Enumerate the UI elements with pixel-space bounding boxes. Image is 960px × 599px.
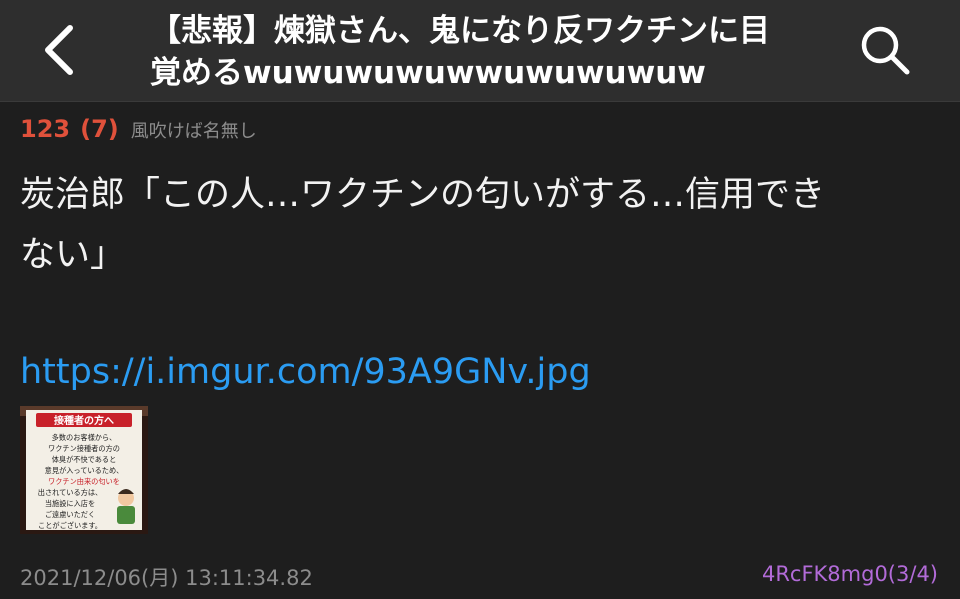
- poster-name: 風吹けば名無し: [130, 121, 257, 142]
- sign-text-line: ご遠慮いただく: [45, 510, 95, 519]
- chevron-left-icon: [45, 25, 73, 75]
- sign-heading: 接種者の方へ: [54, 414, 114, 427]
- sign-text-line: ことがございます。: [38, 521, 102, 530]
- staff-illustration: [117, 489, 135, 524]
- thread-title-line-2: 覚めるwuwuwuwuwwuwuwuwuw: [150, 55, 706, 91]
- sign-text-line: 多数のお客様から、: [52, 433, 117, 442]
- thread-title: 【悲報】煉獄さん、鬼になり反ワクチンに目 覚めるwuwuwuwuwwuwuwuw…: [150, 10, 810, 94]
- search-button[interactable]: [850, 18, 920, 82]
- search-icon: [861, 26, 910, 75]
- sign-text-line: ワクチン接種者の方の: [48, 444, 120, 453]
- post-body: 炭治郎「この人…ワクチンの匂いがする…信用でき ない」: [20, 165, 940, 285]
- thread-screen: 【悲報】煉獄さん、鬼になり反ワクチンに目 覚めるwuwuwuwuwwuwuwuw…: [0, 0, 960, 599]
- sign-text-line: 当施設に入店を: [45, 499, 95, 508]
- sign-image: 接種者の方へ 多数のお客様から、 ワクチン接種者の方の 体臭が不快であると 意見…: [20, 406, 148, 534]
- post-body-line-1: 炭治郎「この人…ワクチンの匂いがする…信用でき: [20, 175, 826, 215]
- sign-text-line: 意見が入っているため、: [45, 466, 124, 475]
- thread-title-line-1: 【悲報】煉獄さん、鬼になり反ワクチンに目: [150, 13, 770, 49]
- post-header: 123 (7) 風吹けば名無し: [20, 115, 257, 145]
- navigation-bar: 【悲報】煉獄さん、鬼になり反ワクチンに目 覚めるwuwuwuwuwwuwuwuw…: [0, 0, 960, 102]
- back-button[interactable]: [30, 18, 90, 82]
- poster-id[interactable]: 4RcFK8mg0(3/4): [762, 562, 938, 586]
- sign-text-line: ワクチン由来の匂いを: [48, 477, 120, 486]
- post: 123 (7) 風吹けば名無し 炭治郎「この人…ワクチンの匂いがする…信用でき …: [0, 103, 960, 599]
- post-body-line-2: ない」: [20, 235, 126, 275]
- post-number[interactable]: 123: [20, 115, 70, 143]
- sign-text-line: 体臭が不快であると: [52, 455, 117, 464]
- reply-count[interactable]: (7): [80, 115, 119, 143]
- image-link[interactable]: https://i.imgur.com/93A9GNv.jpg: [20, 347, 591, 397]
- image-thumbnail[interactable]: 接種者の方へ 多数のお客様から、 ワクチン接種者の方の 体臭が不快であると 意見…: [20, 406, 148, 534]
- post-timestamp: 2021/12/06(月) 13:11:34.82: [20, 566, 313, 590]
- sign-text-line: 出されている方は、: [38, 488, 102, 497]
